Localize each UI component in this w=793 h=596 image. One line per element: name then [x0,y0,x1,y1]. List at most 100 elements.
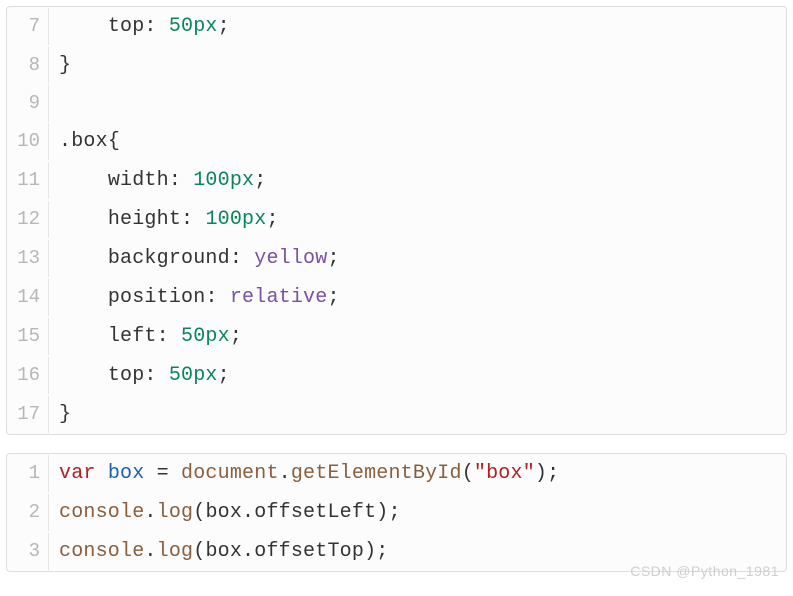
code-content: var box = document.getElementById("box")… [49,454,559,493]
token: offsetLeft [254,501,376,524]
token: : [157,325,181,348]
token: ; [327,286,339,309]
token: : [230,247,254,270]
line-number: 1 [7,455,49,492]
code-content: height: 100px; [49,200,279,239]
token [59,247,108,270]
code-line: 15 left: 50px; [7,317,786,356]
token: console [59,501,144,524]
token: box [205,540,242,563]
code-content: .box{ [49,122,120,161]
token: top [108,364,145,387]
token: width [108,169,169,192]
token: ( [193,501,205,524]
line-number: 8 [7,47,49,84]
token: ( [462,462,474,485]
token: top [108,15,145,38]
code-content: top: 50px; [49,356,230,395]
token: } [59,54,71,77]
token: 50px [169,15,218,38]
line-number: 17 [7,396,49,433]
code-content: } [49,46,71,85]
code-line: 12 height: 100px; [7,200,786,239]
token: ; [254,169,266,192]
line-number: 7 [7,8,49,45]
token: ( [193,540,205,563]
token [169,462,181,485]
code-line: 14 position: relative; [7,278,786,317]
line-number: 15 [7,318,49,355]
token: ); [535,462,559,485]
token: ; [266,208,278,231]
token: var [59,462,96,485]
code-content: console.log(box.offsetLeft); [49,493,401,532]
token: log [157,540,194,563]
code-content: width: 100px; [49,161,266,200]
line-number: 9 [7,85,49,122]
token: 50px [169,364,218,387]
token: getElementById [291,462,462,485]
token [144,462,156,485]
token: 50px [181,325,230,348]
token: : [181,208,205,231]
code-content: top: 50px; [49,7,230,46]
token: : [205,286,229,309]
token [59,169,108,192]
code-line: 9 [7,85,786,122]
token [59,286,108,309]
code-line: 7 top: 50px; [7,7,786,46]
token [59,15,108,38]
token: . [242,540,254,563]
token: box [108,462,145,485]
token: ); [364,540,388,563]
token: : [169,169,193,192]
line-number: 16 [7,357,49,394]
code-line: 11 width: 100px; [7,161,786,200]
token: offsetTop [254,540,364,563]
code-content: background: yellow; [49,239,340,278]
code-line: 2console.log(box.offsetLeft); [7,493,786,532]
token [59,364,108,387]
token [96,462,108,485]
line-number: 14 [7,279,49,316]
token: . [144,501,156,524]
token: "box" [474,462,535,485]
token [59,325,108,348]
code-line: 3console.log(box.offsetTop); [7,532,786,571]
code-line: 10.box{ [7,122,786,161]
token: console [59,540,144,563]
code-line: 13 background: yellow; [7,239,786,278]
token: 100px [193,169,254,192]
token: { [108,130,120,153]
token: ); [376,501,400,524]
token: document [181,462,279,485]
token: height [108,208,181,231]
line-number: 2 [7,494,49,531]
line-number: 12 [7,201,49,238]
token: : [144,15,168,38]
token: .box [59,130,108,153]
code-block-css: 7 top: 50px;8}910.box{11 width: 100px;12… [6,6,787,435]
line-number: 11 [7,162,49,199]
code-line: 1var box = document.getElementById("box"… [7,454,786,493]
code-content: } [49,395,71,434]
token [59,208,108,231]
token: . [144,540,156,563]
line-number: 13 [7,240,49,277]
line-number: 3 [7,533,49,570]
token: relative [230,286,328,309]
token: ; [218,15,230,38]
code-content: console.log(box.offsetTop); [49,532,388,571]
token: 100px [205,208,266,231]
token: background [108,247,230,270]
token: : [144,364,168,387]
token: box [205,501,242,524]
token: log [157,501,194,524]
code-line: 17} [7,395,786,434]
token: . [242,501,254,524]
token: ; [230,325,242,348]
token: . [279,462,291,485]
code-content: position: relative; [49,278,340,317]
line-number: 10 [7,123,49,160]
code-content: left: 50px; [49,317,242,356]
